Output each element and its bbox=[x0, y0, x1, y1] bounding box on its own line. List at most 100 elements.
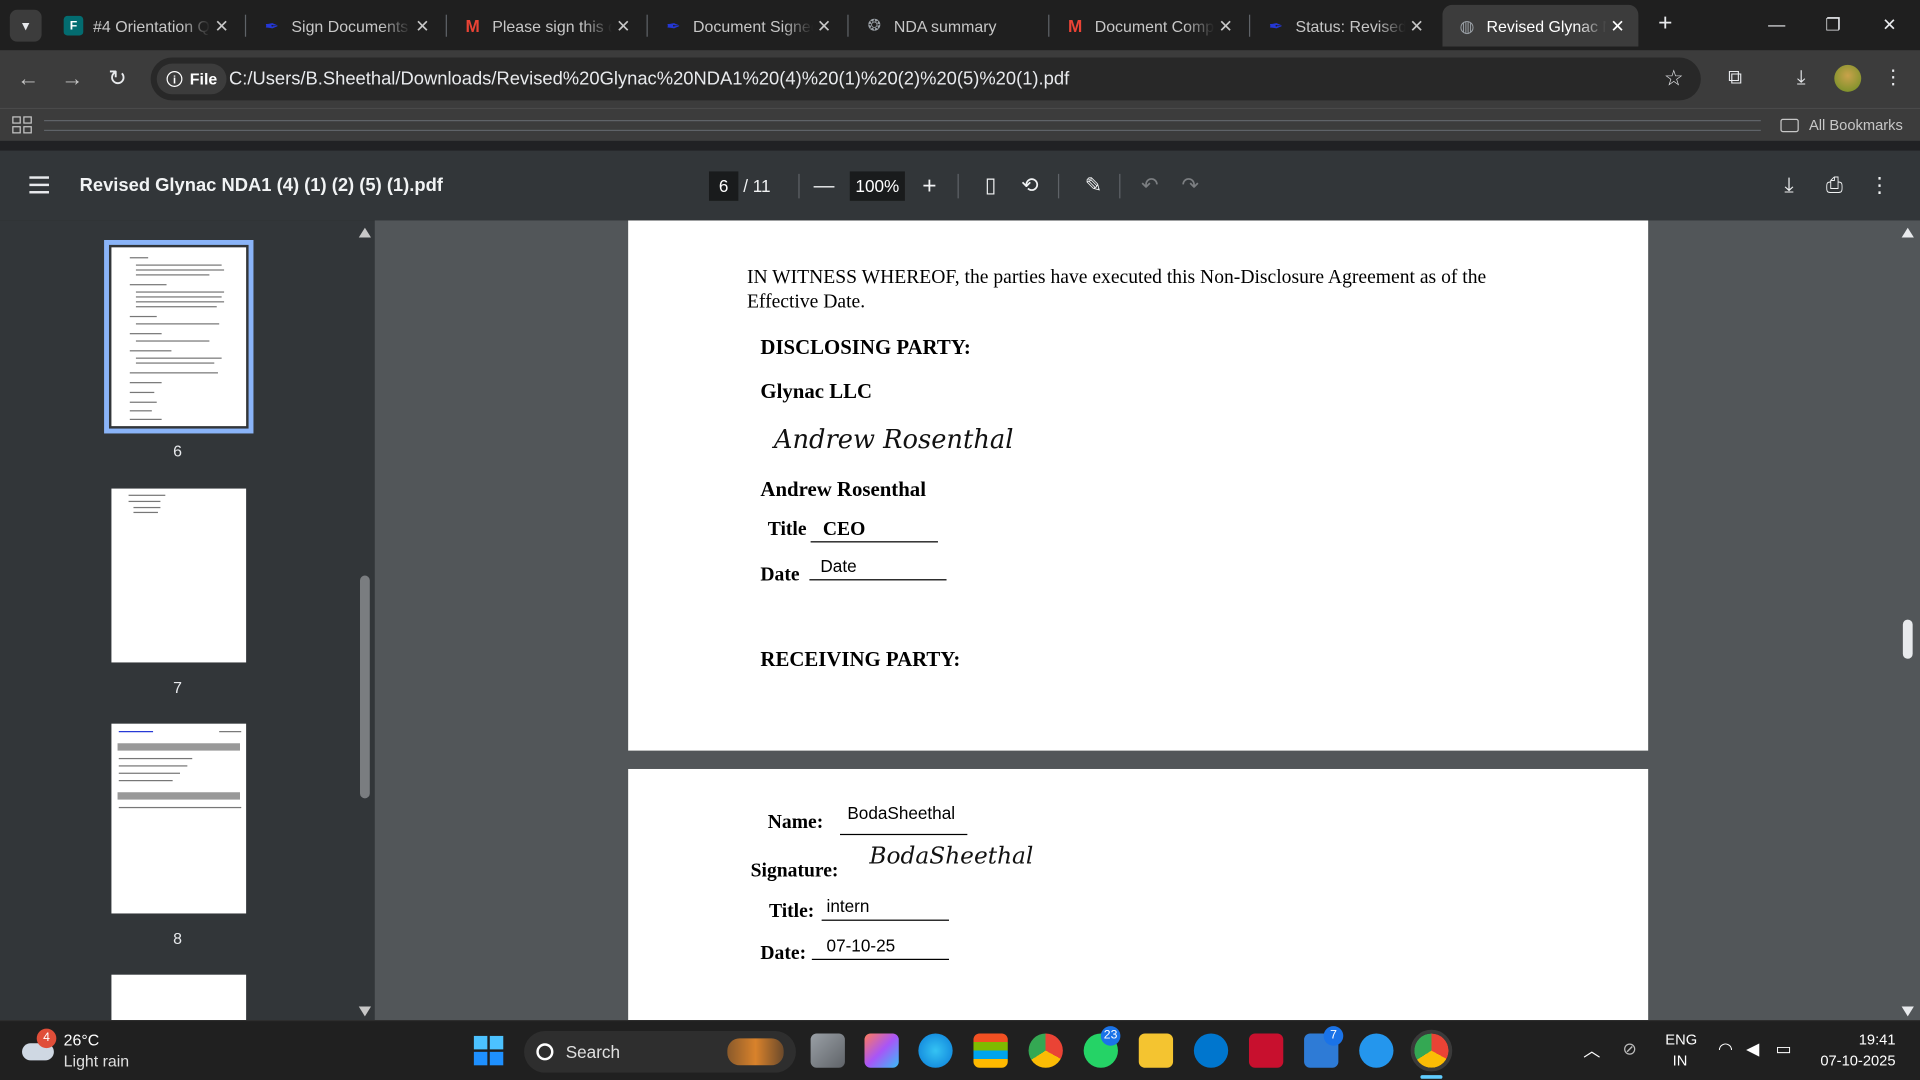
thumbnail-page-6[interactable] bbox=[104, 240, 254, 434]
docker-icon[interactable] bbox=[1359, 1033, 1394, 1068]
tab-title: Revised Glynac N bbox=[1486, 16, 1607, 35]
tab-status-revised[interactable]: ✒ Status: Revised G ✕ bbox=[1251, 5, 1437, 47]
tab-revised-glynac[interactable]: ◍ Revised Glynac N ✕ bbox=[1442, 4, 1639, 47]
dell-icon[interactable] bbox=[1193, 1033, 1229, 1068]
close-icon[interactable]: ✕ bbox=[1607, 15, 1629, 36]
mcafee-icon[interactable] bbox=[1248, 1033, 1284, 1068]
close-window-button[interactable]: ✕ bbox=[1871, 10, 1908, 39]
clock-time[interactable]: 19:41 bbox=[1815, 1031, 1896, 1048]
extensions-icon[interactable]: ⧉ bbox=[1722, 65, 1749, 92]
new-tab-button[interactable]: + bbox=[1651, 10, 1680, 39]
volume-icon[interactable]: ◀ bbox=[1746, 1038, 1759, 1059]
edge-icon[interactable] bbox=[918, 1033, 953, 1068]
thumbnail-page-8[interactable] bbox=[111, 723, 247, 914]
tab-title: #4 Orientation Q bbox=[93, 16, 210, 35]
gmail-icon: M bbox=[465, 15, 480, 36]
title2-field[interactable]: intern bbox=[821, 896, 949, 921]
wifi-icon[interactable]: ◠ bbox=[1718, 1038, 1733, 1059]
taskbar-search[interactable]: Search bbox=[524, 1031, 796, 1073]
undo-icon[interactable]: ↶ bbox=[1134, 170, 1166, 202]
search-icon bbox=[536, 1043, 554, 1061]
zoom-in-button[interactable]: + bbox=[913, 170, 945, 202]
more-options-icon[interactable]: ⋮ bbox=[1864, 170, 1896, 202]
fit-page-icon[interactable]: ▯ bbox=[975, 170, 1007, 202]
language-label[interactable]: ENG bbox=[1665, 1031, 1697, 1048]
tab-document-signed[interactable]: ✒ Document Signed ✕ bbox=[649, 5, 845, 47]
weather-widget[interactable]: 4 bbox=[22, 1028, 57, 1065]
date2-field[interactable]: 07-10-25 bbox=[811, 936, 949, 961]
pen-icon: ✒ bbox=[264, 15, 280, 35]
bookmarks-bar: All Bookmarks bbox=[0, 107, 1920, 141]
close-icon[interactable]: ✕ bbox=[612, 15, 634, 36]
close-icon[interactable]: ✕ bbox=[1215, 15, 1237, 36]
tab-orientation[interactable]: F #4 Orientation Q ✕ bbox=[49, 5, 242, 47]
sidebar-scroll-thumb[interactable] bbox=[360, 575, 370, 799]
address-bar[interactable]: i File C:/Users/B.Sheethal/Downloads/Rev… bbox=[150, 57, 1701, 101]
chevron-up-icon[interactable]: ︿ bbox=[1583, 1038, 1600, 1062]
print-icon[interactable]: ⎙ bbox=[1818, 170, 1850, 202]
back-button[interactable]: ← bbox=[12, 62, 44, 94]
network-off-icon[interactable]: ⊘ bbox=[1622, 1038, 1636, 1059]
task-view-icon[interactable] bbox=[810, 1033, 845, 1068]
pdf-viewport[interactable]: IN WITNESS WHEREOF, the parties have exe… bbox=[374, 220, 1920, 1021]
page-total: / 11 bbox=[743, 176, 771, 196]
name-label: Name: bbox=[767, 811, 824, 833]
date-field[interactable]: Date bbox=[809, 556, 947, 581]
close-icon[interactable]: ✕ bbox=[813, 15, 835, 36]
tab-sign-documents[interactable]: ✒ Sign Documents ✕ bbox=[247, 5, 443, 47]
todo-icon[interactable]: 7 bbox=[1304, 1026, 1344, 1068]
profile-avatar[interactable] bbox=[1834, 64, 1862, 92]
zoom-input[interactable]: 100% bbox=[849, 171, 905, 201]
main-scroll-thumb[interactable] bbox=[1902, 619, 1913, 659]
restore-button[interactable]: ❐ bbox=[1815, 10, 1852, 39]
scroll-down-arrow[interactable] bbox=[358, 1006, 372, 1017]
chrome-active-icon[interactable] bbox=[1410, 1029, 1453, 1072]
rotate-icon[interactable]: ⟲ bbox=[1014, 170, 1046, 202]
download-icon[interactable]: ⤓ bbox=[1788, 65, 1815, 92]
copilot-icon[interactable] bbox=[864, 1033, 899, 1068]
close-icon[interactable]: ✕ bbox=[211, 15, 233, 36]
folder-icon bbox=[1780, 118, 1800, 132]
thumbnail-page-7[interactable] bbox=[111, 488, 247, 663]
site-info-chip[interactable]: i File bbox=[156, 63, 228, 95]
scroll-up-arrow[interactable] bbox=[358, 227, 372, 238]
region-label: IN bbox=[1672, 1051, 1688, 1069]
tab-title: Document Signed bbox=[693, 16, 814, 35]
start-button[interactable] bbox=[473, 1035, 504, 1066]
bookmark-star-icon[interactable]: ☆ bbox=[1664, 66, 1684, 92]
all-bookmarks-button[interactable]: All Bookmarks bbox=[1780, 116, 1903, 133]
tab-search-button[interactable]: ▾ bbox=[9, 9, 42, 42]
thumbnail-page-9[interactable] bbox=[111, 974, 247, 1021]
download-pdf-icon[interactable]: ⤓ bbox=[1773, 170, 1805, 202]
name-field[interactable]: BodaSheethal bbox=[840, 801, 968, 836]
tab-nda-summary[interactable]: ❂ NDA summary bbox=[850, 5, 1046, 47]
apps-grid-icon[interactable] bbox=[12, 116, 32, 134]
microsoft-store-icon[interactable] bbox=[973, 1033, 1008, 1068]
scroll-up-arrow[interactable] bbox=[1901, 227, 1914, 238]
tab-document-complete[interactable]: M Document Comp ✕ bbox=[1051, 5, 1247, 47]
minimize-button[interactable]: — bbox=[1758, 10, 1795, 39]
title-label: Title bbox=[767, 519, 807, 541]
close-icon[interactable]: ✕ bbox=[1406, 15, 1428, 36]
clock-date[interactable]: 07-10-2025 bbox=[1815, 1052, 1895, 1069]
openai-icon: ❂ bbox=[867, 15, 881, 35]
title-value: CEO bbox=[810, 519, 938, 543]
scroll-down-arrow[interactable] bbox=[1901, 1006, 1914, 1017]
whatsapp-icon[interactable]: 23 bbox=[1083, 1026, 1121, 1068]
reload-icon: ↻ bbox=[108, 66, 127, 91]
battery-icon[interactable]: ▭ bbox=[1776, 1038, 1792, 1059]
annotate-pen-icon[interactable]: ✎ bbox=[1078, 170, 1110, 202]
page-number-input[interactable]: 6 bbox=[708, 171, 739, 201]
tab-gmail-sign[interactable]: M Please sign this d ✕ bbox=[448, 5, 644, 47]
sidebar-toggle-icon[interactable] bbox=[29, 176, 49, 194]
url-text[interactable]: C:/Users/B.Sheethal/Downloads/Revised%20… bbox=[229, 69, 1069, 90]
globe-icon: ◍ bbox=[1459, 15, 1475, 35]
zoom-out-button[interactable]: — bbox=[808, 170, 840, 202]
file-explorer-icon[interactable] bbox=[1138, 1033, 1174, 1068]
reload-button[interactable]: ↻ bbox=[102, 62, 134, 94]
menu-kebab-icon[interactable]: ⋮ bbox=[1880, 65, 1907, 92]
chrome-icon[interactable] bbox=[1028, 1033, 1063, 1068]
forward-button[interactable]: → bbox=[56, 62, 88, 94]
redo-icon[interactable]: ↷ bbox=[1174, 170, 1206, 202]
close-icon[interactable]: ✕ bbox=[411, 15, 433, 36]
